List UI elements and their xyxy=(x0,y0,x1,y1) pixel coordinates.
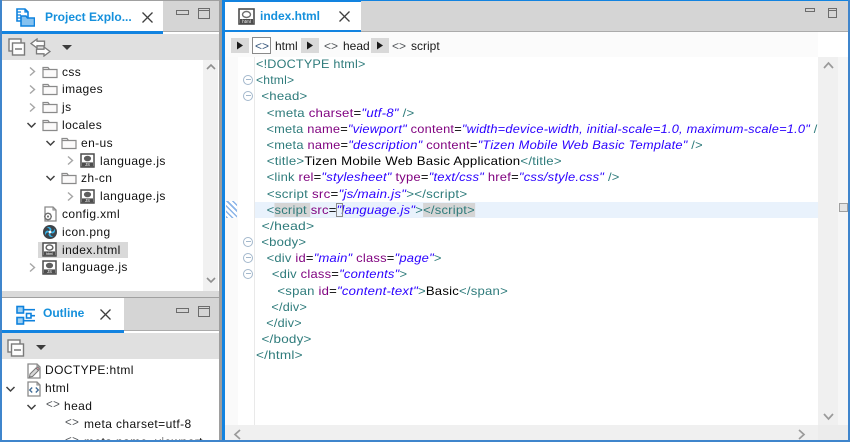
svg-text:JS: JS xyxy=(85,198,90,203)
svg-text:JS: JS xyxy=(85,162,90,167)
svg-text:JS: JS xyxy=(47,269,52,274)
svg-text:html: html xyxy=(46,251,53,256)
svg-text:html: html xyxy=(242,19,251,24)
